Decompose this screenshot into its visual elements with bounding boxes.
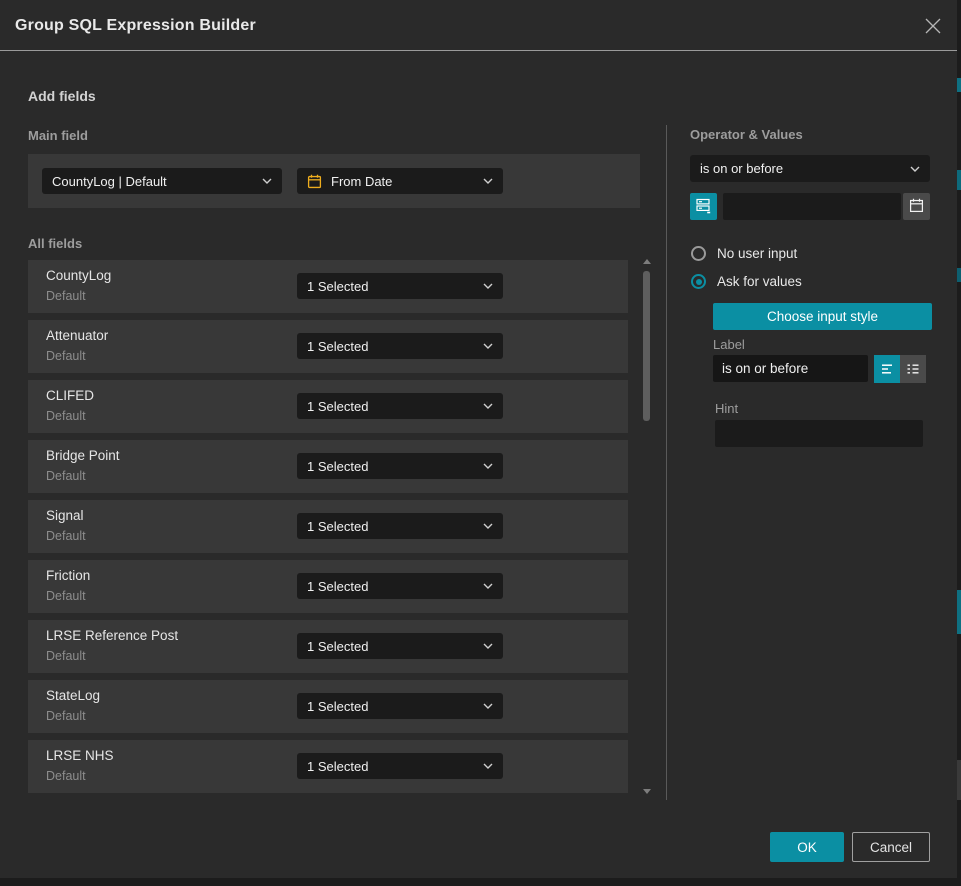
field-name: StateLog: [46, 688, 100, 703]
field-name: Signal: [46, 508, 84, 523]
chevron-down-icon: [483, 703, 493, 709]
field-sublabel: Default: [46, 769, 86, 783]
field-row: Signal Default 1 Selected: [28, 500, 628, 553]
field-name: Bridge Point: [46, 448, 120, 463]
chevron-down-icon: [262, 178, 272, 184]
chevron-down-icon: [910, 166, 920, 172]
field-selection-value: 1 Selected: [307, 579, 368, 594]
field-sublabel: Default: [46, 709, 86, 723]
field-selection-value: 1 Selected: [307, 759, 368, 774]
field-sublabel: Default: [46, 289, 86, 303]
add-fields-heading: Add fields: [28, 88, 96, 104]
field-row: LRSE NHS Default 1 Selected: [28, 740, 628, 793]
operator-dropdown-value: is on or before: [700, 161, 783, 176]
scrollbar-down-arrow[interactable]: [643, 789, 651, 794]
label-value-input[interactable]: [713, 355, 868, 382]
close-icon[interactable]: [922, 15, 944, 37]
field-name: Friction: [46, 568, 90, 583]
choose-input-style-button[interactable]: Choose input style: [713, 303, 932, 330]
input-style-toggle: [874, 355, 926, 383]
field-selection-dropdown[interactable]: 1 Selected: [297, 453, 503, 479]
field-selection-dropdown[interactable]: 1 Selected: [297, 513, 503, 539]
chevron-down-icon: [483, 403, 493, 409]
field-name: LRSE Reference Post: [46, 628, 178, 643]
panel-divider: [666, 125, 667, 800]
field-selection-value: 1 Selected: [307, 699, 368, 714]
ok-button[interactable]: OK: [770, 832, 844, 862]
field-name: Attenuator: [46, 328, 108, 343]
chevron-down-icon: [483, 643, 493, 649]
main-layer-dropdown[interactable]: CountyLog | Default: [42, 168, 282, 194]
radio-ask-for-values-label: Ask for values: [717, 274, 802, 289]
main-field-container: CountyLog | Default From Date: [28, 154, 640, 208]
main-field-dropdown-value: From Date: [331, 174, 392, 189]
stacked-values-icon: [695, 197, 712, 217]
value-source-button[interactable]: [690, 193, 717, 220]
hint-heading: Hint: [715, 401, 738, 416]
date-value-input[interactable]: [723, 193, 901, 220]
align-left-icon[interactable]: [874, 355, 900, 383]
dialog-title: Group SQL Expression Builder: [15, 0, 256, 51]
field-row: CLIFED Default 1 Selected: [28, 380, 628, 433]
field-selection-value: 1 Selected: [307, 459, 368, 474]
chevron-down-icon: [483, 763, 493, 769]
chevron-down-icon: [483, 343, 493, 349]
field-sublabel: Default: [46, 649, 86, 663]
radio-circle-icon: [691, 246, 706, 261]
field-name: CLIFED: [46, 388, 94, 403]
scrollbar-thumb[interactable]: [643, 271, 650, 421]
date-picker-button[interactable]: [903, 193, 930, 220]
field-selection-value: 1 Selected: [307, 279, 368, 294]
radio-no-user-input-label: No user input: [717, 246, 797, 261]
field-selection-dropdown[interactable]: 1 Selected: [297, 393, 503, 419]
field-row: Bridge Point Default 1 Selected: [28, 440, 628, 493]
field-sublabel: Default: [46, 589, 86, 603]
chevron-down-icon: [483, 583, 493, 589]
cancel-button[interactable]: Cancel: [852, 832, 930, 862]
field-sublabel: Default: [46, 469, 86, 483]
main-field-label: Main field: [28, 128, 88, 143]
field-selection-dropdown[interactable]: 1 Selected: [297, 693, 503, 719]
field-row: CountyLog Default 1 Selected: [28, 260, 628, 313]
all-fields-label: All fields: [28, 236, 82, 251]
chevron-down-icon: [483, 463, 493, 469]
main-layer-dropdown-value: CountyLog | Default: [52, 174, 167, 189]
field-selection-dropdown[interactable]: 1 Selected: [297, 573, 503, 599]
bullet-list-icon[interactable]: [900, 355, 926, 383]
radio-circle-selected-icon: [691, 274, 706, 289]
operator-values-heading: Operator & Values: [690, 127, 803, 142]
field-selection-dropdown[interactable]: 1 Selected: [297, 273, 503, 299]
chevron-down-icon: [483, 283, 493, 289]
field-row: Friction Default 1 Selected: [28, 560, 628, 613]
radio-ask-for-values[interactable]: Ask for values: [691, 274, 802, 289]
field-row: StateLog Default 1 Selected: [28, 680, 628, 733]
field-name: LRSE NHS: [46, 748, 114, 763]
field-selection-value: 1 Selected: [307, 339, 368, 354]
scrollbar-up-arrow[interactable]: [643, 259, 651, 264]
field-name: CountyLog: [46, 268, 111, 283]
field-selection-value: 1 Selected: [307, 399, 368, 414]
field-selection-dropdown[interactable]: 1 Selected: [297, 333, 503, 359]
chevron-down-icon: [483, 523, 493, 529]
field-selection-value: 1 Selected: [307, 519, 368, 534]
screen: Group SQL Expression Builder Add fields …: [0, 0, 961, 886]
field-row: Attenuator Default 1 Selected: [28, 320, 628, 373]
chevron-down-icon: [483, 178, 493, 184]
hint-value-input[interactable]: [715, 420, 923, 447]
field-sublabel: Default: [46, 409, 86, 423]
field-selection-dropdown[interactable]: 1 Selected: [297, 753, 503, 779]
field-selection-value: 1 Selected: [307, 639, 368, 654]
operator-dropdown[interactable]: is on or before: [690, 155, 930, 182]
field-row: LRSE Reference Post Default 1 Selected: [28, 620, 628, 673]
calendar-button-icon: [909, 198, 924, 216]
label-heading: Label: [713, 337, 745, 352]
field-sublabel: Default: [46, 529, 86, 543]
dialog-titlebar: Group SQL Expression Builder: [0, 0, 957, 51]
main-field-dropdown[interactable]: From Date: [297, 168, 503, 194]
field-selection-dropdown[interactable]: 1 Selected: [297, 633, 503, 659]
calendar-icon: [307, 174, 322, 189]
radio-no-user-input[interactable]: No user input: [691, 246, 797, 261]
group-sql-expression-builder-dialog: Group SQL Expression Builder Add fields …: [0, 0, 957, 878]
field-sublabel: Default: [46, 349, 86, 363]
